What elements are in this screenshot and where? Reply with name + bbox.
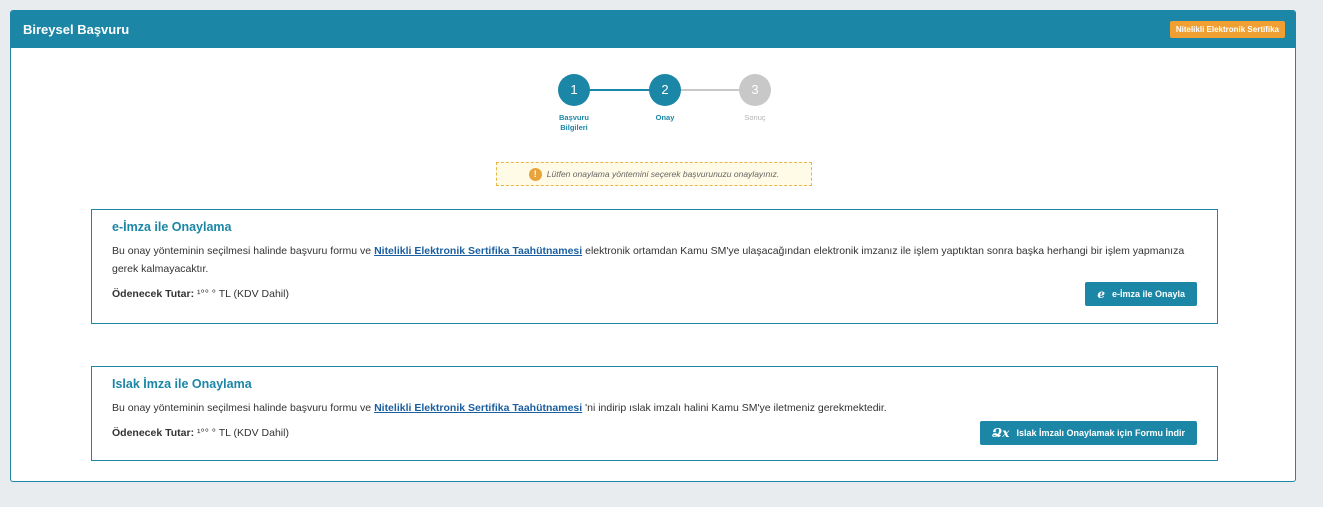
islak-title: Islak İmza ile Onaylama bbox=[112, 377, 252, 391]
eimza-text-before: Bu onay yönteminin seçilmesi halinde baş… bbox=[112, 245, 375, 257]
progress-stepper: 1 Başvuru Bilgileri 2 Onay 3 Sonuç bbox=[541, 74, 781, 149]
step-2: 2 Onay bbox=[635, 74, 695, 123]
eimza-footer: Ödenecek Tutar: ¹°° ° TL (KDV Dahil) e e… bbox=[112, 282, 1197, 306]
signature-e-icon: e bbox=[1097, 287, 1105, 301]
panel-header: Bireysel Başvuru Nitelikli Elektronik Se… bbox=[11, 11, 1295, 48]
islak-card: Islak İmza ile Onaylama Bu onay yöntemin… bbox=[91, 366, 1218, 461]
eimza-fee: Ödenecek Tutar: ¹°° ° TL (KDV Dahil) bbox=[112, 288, 289, 300]
eimza-description: Bu onay yönteminin seçilmesi halinde baş… bbox=[112, 242, 1197, 278]
info-alert: ! Lütfen onaylama yöntemini seçerek başv… bbox=[496, 162, 812, 186]
handwritten-signature-icon: Ձx bbox=[991, 426, 1010, 440]
eimza-fee-label: Ödenecek Tutar: bbox=[112, 288, 195, 300]
eimza-button-label: e-İmza ile Onayla bbox=[1111, 289, 1185, 299]
islak-fee-label: Ödenecek Tutar: bbox=[112, 427, 195, 439]
islak-text-after: 'ni indirip ıslak imzalı halini Kamu SM'… bbox=[582, 402, 887, 414]
step-1-label-line1: Başvuru bbox=[558, 113, 589, 122]
page-title: Bireysel Başvuru bbox=[23, 22, 130, 37]
step-1-circle: 1 bbox=[558, 74, 590, 106]
certificate-button[interactable]: Nitelikli Elektronik Sertifika bbox=[1169, 21, 1285, 38]
step-1-label: Başvuru Bilgileri bbox=[544, 113, 604, 133]
info-icon: ! bbox=[528, 167, 542, 181]
step-2-label: Onay bbox=[655, 113, 675, 122]
step-2-circle: 2 bbox=[649, 74, 681, 106]
application-panel: Bireysel Başvuru Nitelikli Elektronik Se… bbox=[10, 10, 1296, 482]
eimza-commitment-link[interactable]: Nitelikli Elektronik Sertifika Taahütnam… bbox=[374, 245, 582, 257]
islak-fee: Ödenecek Tutar: ¹°° ° TL (KDV Dahil) bbox=[112, 427, 289, 439]
islak-button-label: Islak İmzalı Onaylamak için Formu İndir bbox=[1016, 428, 1185, 438]
eimza-approve-button[interactable]: e e-İmza ile Onayla bbox=[1085, 282, 1197, 306]
eimza-card: e-İmza ile Onaylama Bu onay yönteminin s… bbox=[91, 209, 1218, 324]
islak-fee-value: ¹°° ° TL (KDV Dahil) bbox=[194, 427, 289, 439]
islak-description: Bu onay yönteminin seçilmesi halinde baş… bbox=[112, 399, 1197, 417]
islak-text-before: Bu onay yönteminin seçilmesi halinde baş… bbox=[112, 402, 375, 414]
islak-download-button[interactable]: Ձx Islak İmzalı Onaylamak için Formu İnd… bbox=[979, 421, 1197, 445]
islak-commitment-link[interactable]: Nitelikli Elektronik Sertifika Taahütnam… bbox=[374, 402, 582, 414]
eimza-fee-value: ¹°° ° TL (KDV Dahil) bbox=[194, 288, 289, 300]
step-3-label: Sonuç bbox=[744, 113, 766, 122]
eimza-title: e-İmza ile Onaylama bbox=[112, 220, 232, 234]
step-1-label-line2: Bilgileri bbox=[560, 123, 588, 132]
step-1: 1 Başvuru Bilgileri bbox=[544, 74, 604, 133]
islak-footer: Ödenecek Tutar: ¹°° ° TL (KDV Dahil) Ձx … bbox=[112, 421, 1197, 445]
alert-text: Lütfen onaylama yöntemini seçerek başvur… bbox=[546, 169, 780, 179]
step-3: 3 Sonuç bbox=[725, 74, 785, 123]
step-3-circle: 3 bbox=[739, 74, 771, 106]
